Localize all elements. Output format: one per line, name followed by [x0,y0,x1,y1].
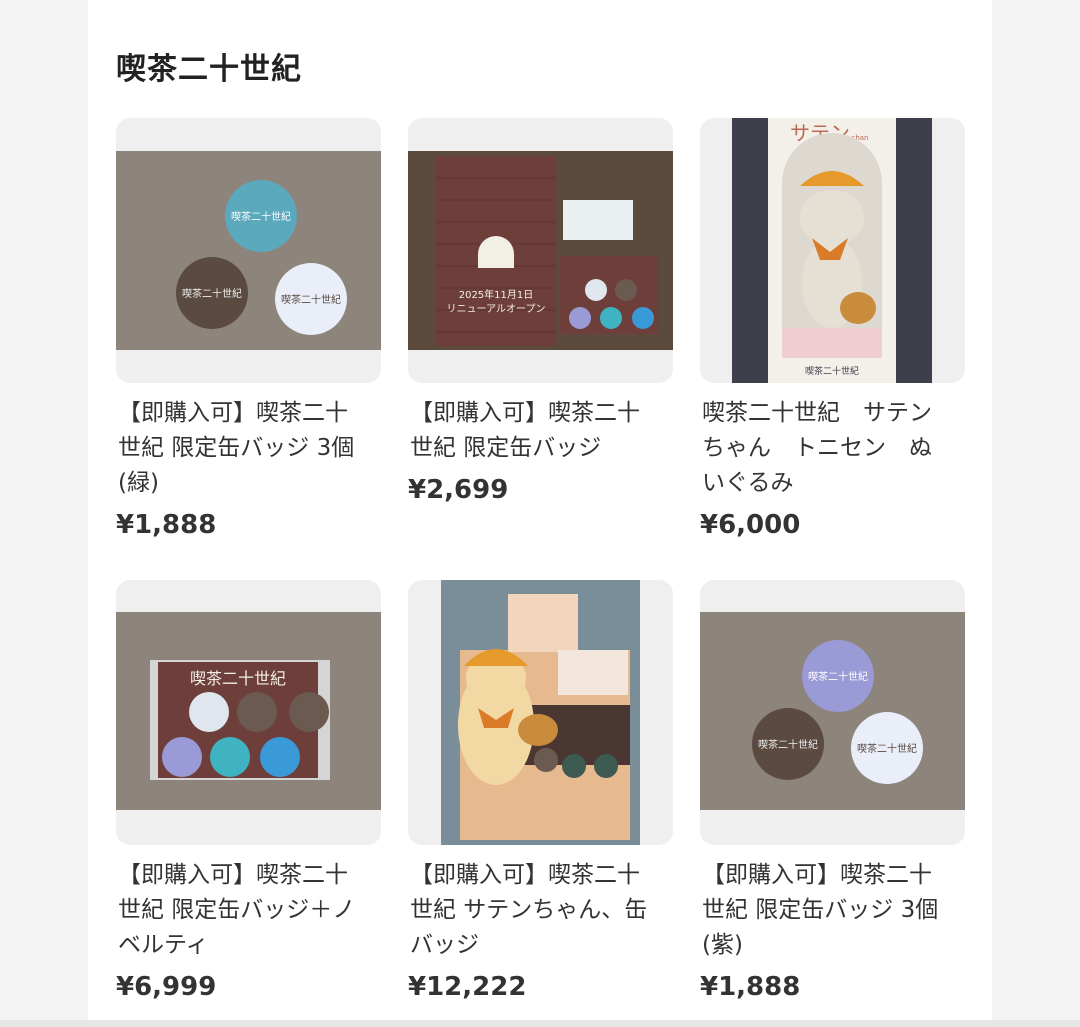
svg-text:喫茶二十世紀: 喫茶二十世紀 [805,365,859,377]
product-panel: 喫茶二十世紀 喫茶二十世紀 喫茶二十世紀 喫茶二十世紀 【即購入可】喫茶二十 世… [88,0,992,1027]
product-price: ¥1,888 [116,510,217,540]
product-price: ¥1,888 [700,972,801,1002]
svg-text:喫茶二十世紀: 喫茶二十世紀 [808,670,868,683]
product-price: ¥6,000 [700,510,801,540]
svg-text:2025年11月1日: 2025年11月1日 [459,288,534,301]
svg-text:喫茶二十世紀: 喫茶二十世紀 [190,669,286,688]
badge-and-folder-thumbnail-icon[interactable]: 2025年11月1日 リニューアルオープン [408,118,673,383]
product-title[interactable]: 喫茶二十世紀 サテン ちゃん トニセン ぬ いぐるみ [702,396,964,501]
product-title[interactable]: 【即購入可】喫茶二十 世紀 サテンちゃん、缶 バッジ [410,858,672,963]
product-price: ¥6,999 [116,972,217,1002]
product-title[interactable]: 【即購入可】喫茶二十 世紀 限定缶バッジ [410,396,672,466]
bottom-divider [0,1020,1080,1027]
product-title[interactable]: 【即購入可】喫茶二十 世紀 限定缶バッジ 3個 (緑) [118,396,380,501]
product-title[interactable]: 【即購入可】喫茶二十 世紀 限定缶バッジ 3個 (紫) [702,858,964,963]
svg-text:喫茶二十世紀: 喫茶二十世紀 [758,738,818,751]
svg-text:リニューアルオープン: リニューアルオープン [447,303,546,315]
svg-text:喫茶二十世紀: 喫茶二十世紀 [281,293,341,306]
badge-pack-thumbnail-icon[interactable]: 喫茶二十世紀 [116,580,381,845]
product-price: ¥2,699 [408,475,509,505]
product-title[interactable]: 【即購入可】喫茶二十 世紀 限定缶バッジ＋ノ ベルティ [118,858,380,963]
badge-set-purple-thumbnail-icon[interactable]: 喫茶二十世紀 喫茶二十世紀 喫茶二十世紀 [700,580,965,845]
svg-text:喫茶二十世紀: 喫茶二十世紀 [182,287,242,300]
section-title: 喫茶二十世紀 [116,52,302,87]
plush-and-badges-thumbnail-icon[interactable] [408,580,673,845]
badge-set-green-thumbnail-icon[interactable]: 喫茶二十世紀 喫茶二十世紀 喫茶二十世紀 [116,118,381,383]
svg-text:喫茶二十世紀: 喫茶二十世紀 [231,210,291,223]
product-price: ¥12,222 [408,972,527,1002]
svg-text:喫茶二十世紀: 喫茶二十世紀 [857,742,917,755]
plush-doll-box-thumbnail-icon[interactable]: サテン chan 喫茶二十世紀 [700,118,965,383]
